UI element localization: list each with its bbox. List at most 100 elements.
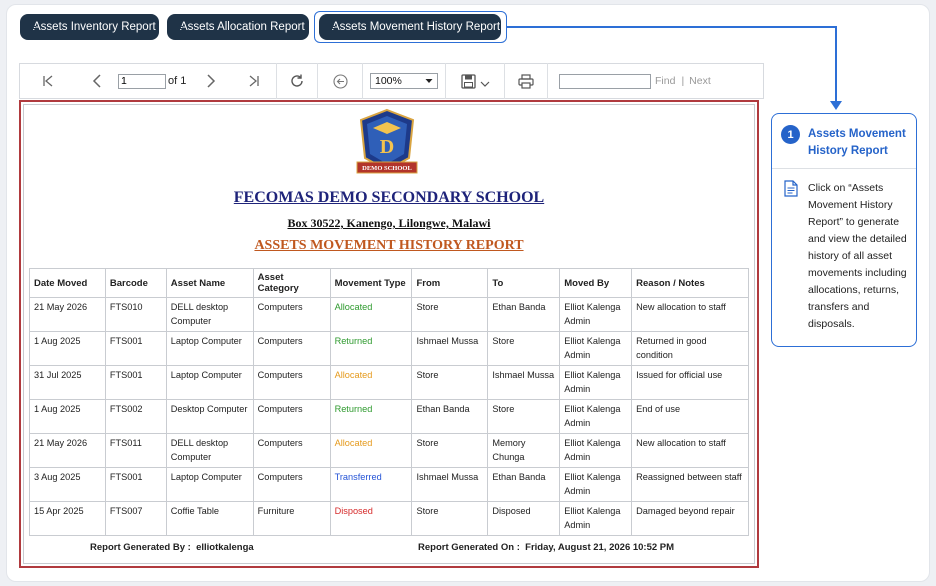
tab-label: Assets Allocation Report: [180, 21, 305, 33]
cell-from: Store: [411, 365, 489, 400]
cell-reason: Issued for official use: [631, 365, 749, 400]
tab-assets-allocation-report[interactable]: Assets Allocation Report: [167, 14, 309, 40]
cell-barcode: FTS007: [104, 501, 167, 536]
report-title: ASSETS MOVEMENT HISTORY REPORT: [254, 238, 524, 253]
page-number-wrap: [118, 64, 170, 98]
zoom-value: 100%: [375, 75, 402, 87]
cell-by: Elliot Kalenga Admin: [559, 501, 633, 536]
refresh-icon: [291, 74, 303, 87]
tab-label: Assets Movement History Report: [332, 21, 501, 33]
cell-type: Allocated: [329, 433, 413, 468]
generated-by: Report Generated By : elliotkalenga: [90, 542, 254, 553]
cell-asset: Desktop Computer: [165, 399, 254, 434]
table-row: 21 May 2026 FTS011 DELL desktop Computer Co…: [29, 433, 749, 468]
find-input[interactable]: [559, 73, 651, 89]
cell-date: 15 Apr 2025: [29, 501, 106, 536]
print-button[interactable]: [505, 64, 547, 98]
cell-asset: Coffie Table: [165, 501, 254, 536]
generated-by-value: elliotkalenga: [196, 542, 254, 553]
cell-by: Elliot Kalenga Admin: [559, 331, 633, 366]
cell-reason: Returned in good condition: [631, 331, 749, 366]
callout-arrow-icon: [830, 101, 842, 110]
first-page-icon: [43, 75, 53, 87]
last-page-button[interactable]: [232, 64, 276, 98]
help-callout: 1 Assets Movement History Report Click o…: [771, 113, 917, 347]
save-icon: [460, 73, 476, 89]
table-row: 21 May 2026 FTS010 DELL desktop Computer Co…: [29, 297, 749, 332]
cell-type: Returned: [329, 331, 413, 366]
export-button[interactable]: [446, 64, 504, 98]
next-page-button[interactable]: [190, 64, 232, 98]
printer-icon: [518, 73, 534, 89]
column-header: Asset Category: [252, 268, 331, 298]
page-number-input[interactable]: [118, 73, 166, 89]
cell-date: 1 Aug 2025: [29, 399, 106, 434]
tab-assets-movement-history-report[interactable]: Assets Movement History Report: [319, 14, 501, 40]
cell-type: Disposed: [329, 501, 413, 536]
school-logo: D DEMO SCHOOL: [356, 108, 418, 174]
cell-by: Elliot Kalenga Admin: [559, 365, 633, 400]
callout-connector: [835, 26, 837, 102]
chevron-down-icon: [480, 81, 489, 87]
cell-category: Computers: [252, 297, 331, 332]
cell-barcode: FTS011: [104, 433, 167, 468]
cell-category: Computers: [252, 331, 331, 366]
tab-assets-inventory-report[interactable]: Assets Inventory Report: [20, 14, 159, 40]
first-page-button[interactable]: [20, 64, 76, 98]
back-button[interactable]: [318, 64, 362, 98]
cell-category: Computers: [252, 365, 331, 400]
find-separator: |: [681, 75, 685, 87]
find-button[interactable]: Find: [655, 75, 675, 87]
school-address: Box 30522, Kanengo, Lilongwe, Malawi: [287, 216, 491, 230]
cell-asset: Laptop Computer: [165, 331, 254, 366]
document-icon: [784, 180, 798, 197]
cell-barcode: FTS001: [104, 467, 167, 502]
cell-reason: End of use: [631, 399, 749, 434]
zoom-select[interactable]: 100%: [370, 73, 438, 89]
chevron-right-icon: [207, 74, 216, 88]
help-divider: [772, 168, 916, 169]
table-row: 3 Aug 2025 FTS001 Laptop Computer Computers…: [29, 467, 749, 502]
movement-history-table: Date Moved Barcode Asset Name Asset Cate…: [29, 268, 749, 536]
school-name: FECOMAS DEMO SECONDARY SCHOOL: [233, 189, 545, 206]
page-count: of 1: [168, 64, 190, 98]
cell-by: Elliot Kalenga Admin: [559, 433, 633, 468]
cell-by: Elliot Kalenga Admin: [559, 399, 633, 434]
cell-from: Store: [411, 433, 489, 468]
cell-type: Transferred: [329, 467, 413, 502]
cell-to: Disposed: [487, 501, 561, 536]
column-header: Barcode: [104, 268, 167, 298]
cell-date: 21 May 2026: [29, 433, 106, 468]
generated-on-label: Report Generated On :: [418, 542, 520, 553]
column-header: Asset Name: [165, 268, 254, 298]
previous-page-button[interactable]: [76, 64, 118, 98]
cell-reason: Damaged beyond repair: [631, 501, 749, 536]
cell-asset: DELL desktop Computer: [165, 433, 254, 468]
table-header-row: Date Moved Barcode Asset Name Asset Cate…: [29, 268, 749, 298]
column-header: Movement Type: [329, 268, 413, 298]
column-header: To: [487, 268, 561, 298]
cell-from: Ishmael Mussa: [411, 467, 489, 502]
report-viewer-toolbar: of 1 100% Find | Next: [19, 63, 764, 99]
cell-to: Store: [487, 399, 561, 434]
page-count-label: of 1: [168, 75, 187, 87]
cell-date: 3 Aug 2025: [29, 467, 106, 502]
cell-to: Memory Chunga: [487, 433, 561, 468]
find-next-button[interactable]: Next: [689, 75, 711, 87]
cell-by: Elliot Kalenga Admin: [559, 297, 633, 332]
cell-category: Computers: [252, 399, 331, 434]
cell-type: Allocated: [329, 365, 413, 400]
zoom-select-wrap: 100%: [363, 64, 445, 98]
refresh-button[interactable]: [277, 64, 317, 98]
step-number-badge: 1: [781, 125, 800, 144]
column-header: Moved By: [559, 268, 633, 298]
cell-barcode: FTS002: [104, 399, 167, 434]
cell-from: Ishmael Mussa: [411, 331, 489, 366]
cell-from: Ethan Banda: [411, 399, 489, 434]
cell-by: Elliot Kalenga Admin: [559, 467, 633, 502]
table-row: 1 Aug 2025 FTS001 Laptop Computer Computers…: [29, 331, 749, 366]
cell-category: Computers: [252, 433, 331, 468]
cell-date: 1 Aug 2025: [29, 331, 106, 366]
cell-reason: New allocation to staff: [631, 297, 749, 332]
table-row: 31 Jul 2025 FTS001 Laptop Computer Computer…: [29, 365, 749, 400]
